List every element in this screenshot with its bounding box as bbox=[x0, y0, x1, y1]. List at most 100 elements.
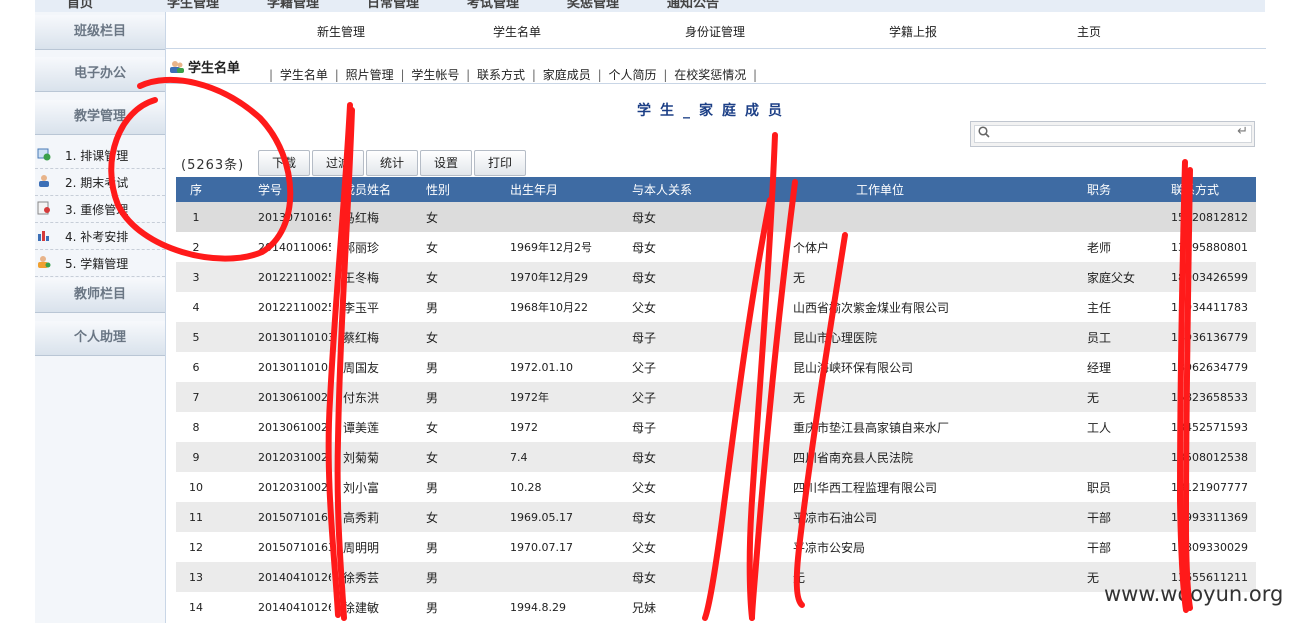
table-row[interactable]: 4 20122110025 李玉平男 1968年10月22 父女 山西省榆次紫金煤业有限公… bbox=[176, 292, 1256, 322]
record-count: (5263条) bbox=[181, 158, 245, 173]
cell-position: 老师 bbox=[1061, 232, 1146, 262]
cell-position bbox=[1061, 442, 1146, 472]
download-button[interactable]: 下载 bbox=[258, 150, 310, 176]
col-header-member-name: 成员姓名 bbox=[331, 177, 416, 202]
sidebar-item-final-exam[interactable]: 2. 期末考试 bbox=[35, 169, 165, 196]
top-nav-item[interactable]: 考试管理 bbox=[467, 0, 519, 11]
sidebar-section-teacher[interactable]: 教师栏目 bbox=[35, 278, 165, 313]
cell-member-name: 周明明 bbox=[331, 532, 416, 562]
tab-student-list[interactable]: 学生名单 bbox=[280, 68, 328, 82]
top-nav-item[interactable]: 学籍管理 bbox=[267, 0, 319, 11]
table-row[interactable]: 5 20130110103 蔡红梅女 母子 昆山市心理医院 员工 18936136779 bbox=[176, 322, 1256, 352]
sidebar-item-label: 3. 重修管理 bbox=[65, 203, 129, 217]
table-row[interactable]: 10 20120310023 刘小富男 10.28 父女 四川华西工程监理有限公司 职员 18… bbox=[176, 472, 1256, 502]
cell-birth-date: 1994.8.29 bbox=[468, 592, 608, 622]
watermark: www.wooyun.org bbox=[1104, 582, 1284, 606]
menu-id-card[interactable]: 身份证管理 bbox=[685, 23, 745, 40]
cell-birth-date: 1970年12月29 bbox=[468, 262, 608, 292]
tab-rewards[interactable]: 在校奖惩情况 bbox=[674, 68, 746, 82]
sidebar-section-class[interactable]: 班级栏目 bbox=[35, 15, 165, 50]
menu-student-list[interactable]: 学生名单 bbox=[493, 23, 541, 40]
table-row[interactable]: 1 20130710165 马红梅女 母女 15920812812 bbox=[176, 202, 1256, 232]
enter-icon[interactable]: ↵ bbox=[1237, 124, 1248, 139]
schedule-icon bbox=[37, 148, 51, 161]
cell-contact: 13993311369 bbox=[1146, 502, 1256, 532]
cell-row-index: 2 bbox=[176, 232, 216, 262]
sidebar-section-assistant[interactable]: 个人助理 bbox=[35, 321, 165, 356]
table-row[interactable]: 14 20140410126 徐建敏男 1994.8.29 兄妹 bbox=[176, 592, 1256, 622]
subtab-bar: 学生名单 | 学生名单 | 照片管理 | 学生帐号 | 联系方式 | 家庭成员 … bbox=[166, 49, 1266, 84]
sidebar-item-retake[interactable]: 3. 重修管理 bbox=[35, 196, 165, 223]
cell-student-id: 20130110103 bbox=[216, 352, 331, 382]
menu-home[interactable]: 主页 bbox=[1077, 23, 1101, 40]
top-nav-item[interactable]: 首页 bbox=[67, 0, 93, 11]
table-row[interactable]: 3 20122110025 王冬梅女 1970年12月29 母女无家庭父女 1800342… bbox=[176, 262, 1256, 292]
sidebar-section-office[interactable]: 电子办公 bbox=[35, 57, 165, 92]
cell-relation: 母女 bbox=[608, 202, 711, 232]
cell-birth-date: 1969.05.17 bbox=[468, 502, 608, 532]
sidebar-item-schedule[interactable]: 1. 排课管理 bbox=[35, 142, 165, 169]
cell-relation: 母子 bbox=[608, 322, 711, 352]
cell-row-index: 4 bbox=[176, 292, 216, 322]
cell-contact: 13795880801 bbox=[1146, 232, 1256, 262]
col-header-index: 序 bbox=[176, 177, 216, 202]
cell-contact: 15920812812 bbox=[1146, 202, 1256, 232]
col-header-work-unit: 工作单位 bbox=[711, 177, 1061, 202]
cell-work-unit: 四川省南充县人民法院 bbox=[711, 442, 1061, 472]
cell-gender: 女 bbox=[416, 262, 468, 292]
sidebar-section-teaching[interactable]: 教学管理 bbox=[35, 100, 165, 135]
cell-row-index: 3 bbox=[176, 262, 216, 292]
top-nav-item[interactable]: 奖惩管理 bbox=[567, 0, 619, 11]
tab-separator: | bbox=[400, 68, 405, 82]
user-icon bbox=[38, 256, 51, 268]
top-nav-item[interactable]: 学生管理 bbox=[167, 0, 219, 11]
cell-member-name: 王冬梅 bbox=[331, 262, 416, 292]
subtabs: | 学生名单 | 照片管理 | 学生帐号 | 联系方式 | 家庭成员 | 个人简… bbox=[266, 66, 760, 83]
menu-new-students[interactable]: 新生管理 bbox=[317, 23, 365, 40]
tab-contacts[interactable]: 联系方式 bbox=[477, 68, 525, 82]
cell-member-name: 谭美莲 bbox=[331, 412, 416, 442]
print-button[interactable]: 打印 bbox=[474, 150, 526, 176]
menu-status-report[interactable]: 学籍上报 bbox=[889, 23, 937, 40]
cell-contact: 18962634779 bbox=[1146, 352, 1256, 382]
cell-contact: 18003426599 bbox=[1146, 262, 1256, 292]
cell-relation: 母女 bbox=[608, 562, 711, 592]
tab-resume[interactable]: 个人简历 bbox=[608, 68, 656, 82]
tab-photos[interactable]: 照片管理 bbox=[346, 68, 394, 82]
tab-accounts[interactable]: 学生帐号 bbox=[411, 68, 459, 82]
cell-position: 员工 bbox=[1061, 322, 1146, 352]
tab-family[interactable]: 家庭成员 bbox=[543, 68, 591, 82]
family-table: 序 学号 成员姓名 性别 出生年月 与本人关系 工作单位 职务 联系方式 1 20… bbox=[176, 177, 1256, 622]
cell-gender: 女 bbox=[416, 322, 468, 352]
cell-student-id: 20130710165 bbox=[216, 202, 331, 232]
top-nav-item[interactable]: 日常管理 bbox=[367, 0, 419, 11]
table-row[interactable]: 7 20130610028 付东洪男 1972年 父子无无 15823658533 bbox=[176, 382, 1256, 412]
exam-icon bbox=[39, 175, 49, 187]
search-box: ↵ bbox=[970, 121, 1255, 147]
table-row[interactable]: 13 20140410126 徐秀芸男母女无无 13655611211 bbox=[176, 562, 1256, 592]
table-row[interactable]: 2 20140110065 郝丽珍女 1969年12月2号 母女 个体户 老师 1379588… bbox=[176, 232, 1256, 262]
cell-member-name: 徐建敏 bbox=[331, 592, 416, 622]
statistics-button[interactable]: 统计 bbox=[366, 150, 418, 176]
cell-student-id: 20122110025 bbox=[216, 262, 331, 292]
cell-member-name: 郝丽珍 bbox=[331, 232, 416, 262]
table-row[interactable]: 8 20130610028 谭美莲女 1972 母子 重庆市垫江县高家镇自来水厂 工人 134… bbox=[176, 412, 1256, 442]
filter-button[interactable]: 过滤 bbox=[312, 150, 364, 176]
cell-member-name: 蔡红梅 bbox=[331, 322, 416, 352]
cell-work-unit: 个体户 bbox=[711, 232, 1061, 262]
sidebar-item-student-status[interactable]: 5. 学籍管理 bbox=[35, 250, 165, 277]
cell-relation: 母子 bbox=[608, 412, 711, 442]
cell-row-index: 11 bbox=[176, 502, 216, 532]
table-row[interactable]: 12 20150710163 周明明男 1970.07.17 父女 平凉市公安局 干部 188… bbox=[176, 532, 1256, 562]
tab-separator: | bbox=[334, 68, 339, 82]
top-nav-item[interactable]: 通知公告 bbox=[667, 0, 719, 11]
table-row[interactable]: 9 20120310023 刘菊菊女 7.4 母女 四川省南充县人民法院 135080125… bbox=[176, 442, 1256, 472]
table-row[interactable]: 6 20130110103 周国友男 1972.01.10 父子 昆山海峡环保有限公司 经理… bbox=[176, 352, 1256, 382]
cell-member-name: 李玉平 bbox=[331, 292, 416, 322]
cell-birth-date bbox=[468, 562, 608, 592]
table-row[interactable]: 11 20150710163 高秀莉女 1969.05.17 母女 平凉市石油公司 干部 13… bbox=[176, 502, 1256, 532]
search-input[interactable] bbox=[974, 125, 1252, 143]
settings-button[interactable]: 设置 bbox=[420, 150, 472, 176]
cell-row-index: 6 bbox=[176, 352, 216, 382]
sidebar-item-makeup-exam[interactable]: 4. 补考安排 bbox=[35, 223, 165, 250]
